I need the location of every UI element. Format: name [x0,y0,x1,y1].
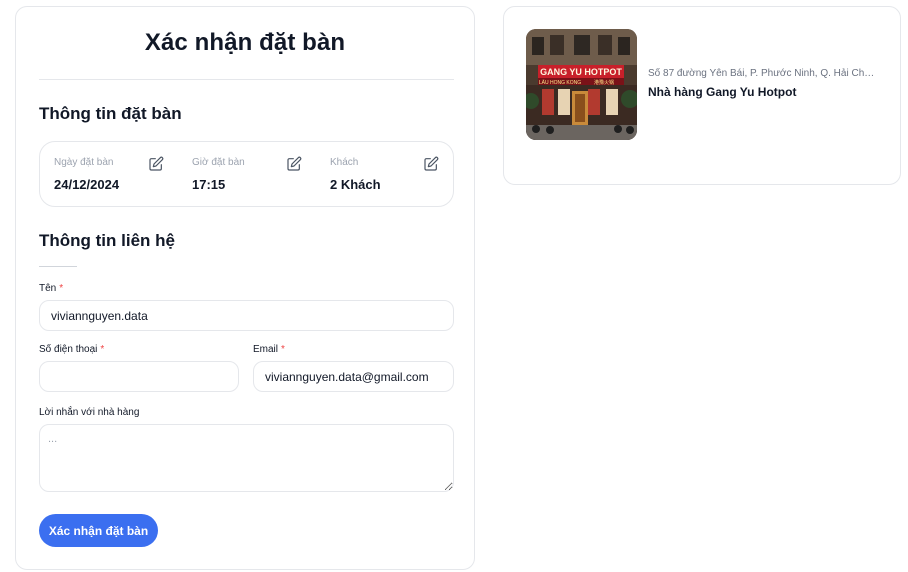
booking-time-item: Giờ đặt bàn 17:15 [192,142,302,206]
edit-time-icon[interactable] [286,156,302,172]
restaurant-photo: GANG YU HOTPOT LẨU HONG KONG 港豫火锅 [526,29,637,140]
sign-text: GANG YU HOTPOT [540,67,622,77]
contact-info-title: Thông tin liên hệ [39,231,175,250]
sign-subtext: LẨU HONG KONG [539,79,581,86]
message-textarea[interactable] [39,424,454,492]
email-field-label: Email * [253,344,285,355]
booking-info-title: Thông tin đặt bàn [39,104,182,123]
section-divider [39,266,77,267]
booking-time-label: Giờ đặt bàn [192,157,245,168]
booking-date-item: Ngày đặt bàn 24/12/2024 [54,142,164,206]
edit-date-icon[interactable] [148,156,164,172]
booking-guests-value: 2 Khách [330,177,381,192]
booking-time-value: 17:15 [192,177,226,192]
confirm-booking-button[interactable]: Xác nhận đặt bàn [39,514,158,547]
email-label-text: Email [253,344,279,355]
restaurant-name: Nhà hàng Gang Yu Hotpot [648,85,797,99]
title-divider [39,79,454,80]
required-mark: * [59,283,64,294]
name-field-label: Tên * [39,283,63,294]
phone-field-label: Số điện thoại * [39,344,104,355]
booking-form-card: Xác nhận đặt bàn Thông tin đặt bàn Ngày … [15,6,475,570]
required-mark: * [100,344,105,355]
phone-input[interactable] [39,361,239,392]
booking-date-label: Ngày đặt bàn [54,157,114,168]
message-field-label: Lời nhắn với nhà hàng [39,407,140,418]
phone-label-text: Số điện thoại [39,344,98,355]
email-input[interactable] [253,361,454,392]
booking-date-value: 24/12/2024 [54,177,120,192]
edit-guests-icon[interactable] [423,156,439,172]
booking-guests-label: Khách [330,157,359,168]
restaurant-address: Số 87 đường Yên Bái, P. Phước Ninh, Q. H… [648,68,878,79]
restaurant-card: GANG YU HOTPOT LẨU HONG KONG 港豫火锅 Số 87 … [503,6,901,185]
booking-summary: Ngày đặt bàn 24/12/2024 Giờ đặt bàn 17:1… [39,141,454,207]
page-title: Xác nhận đặt bàn [144,29,346,56]
booking-guests-item: Khách 2 Khách [330,142,440,206]
name-label-text: Tên [39,283,57,294]
required-mark: * [281,344,285,355]
name-input[interactable] [39,300,454,331]
sign-chinese: 港豫火锅 [594,79,614,86]
